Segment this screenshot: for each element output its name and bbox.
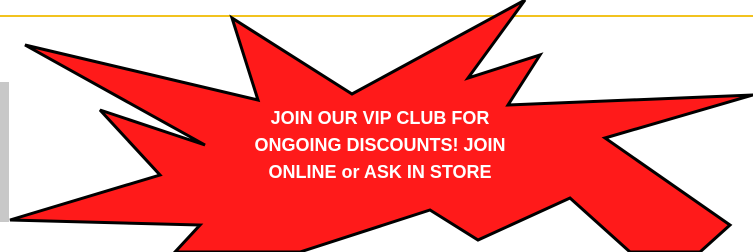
promo-line-2: ONGOING DISCOUNTS! JOIN xyxy=(254,135,506,155)
promo-text: JOIN OUR VIP CLUB FOR ONGOING DISCOUNTS!… xyxy=(190,105,570,186)
promo-line-1: JOIN OUR VIP CLUB FOR xyxy=(270,108,490,128)
promo-line-3: ONLINE or ASK IN STORE xyxy=(268,162,492,182)
